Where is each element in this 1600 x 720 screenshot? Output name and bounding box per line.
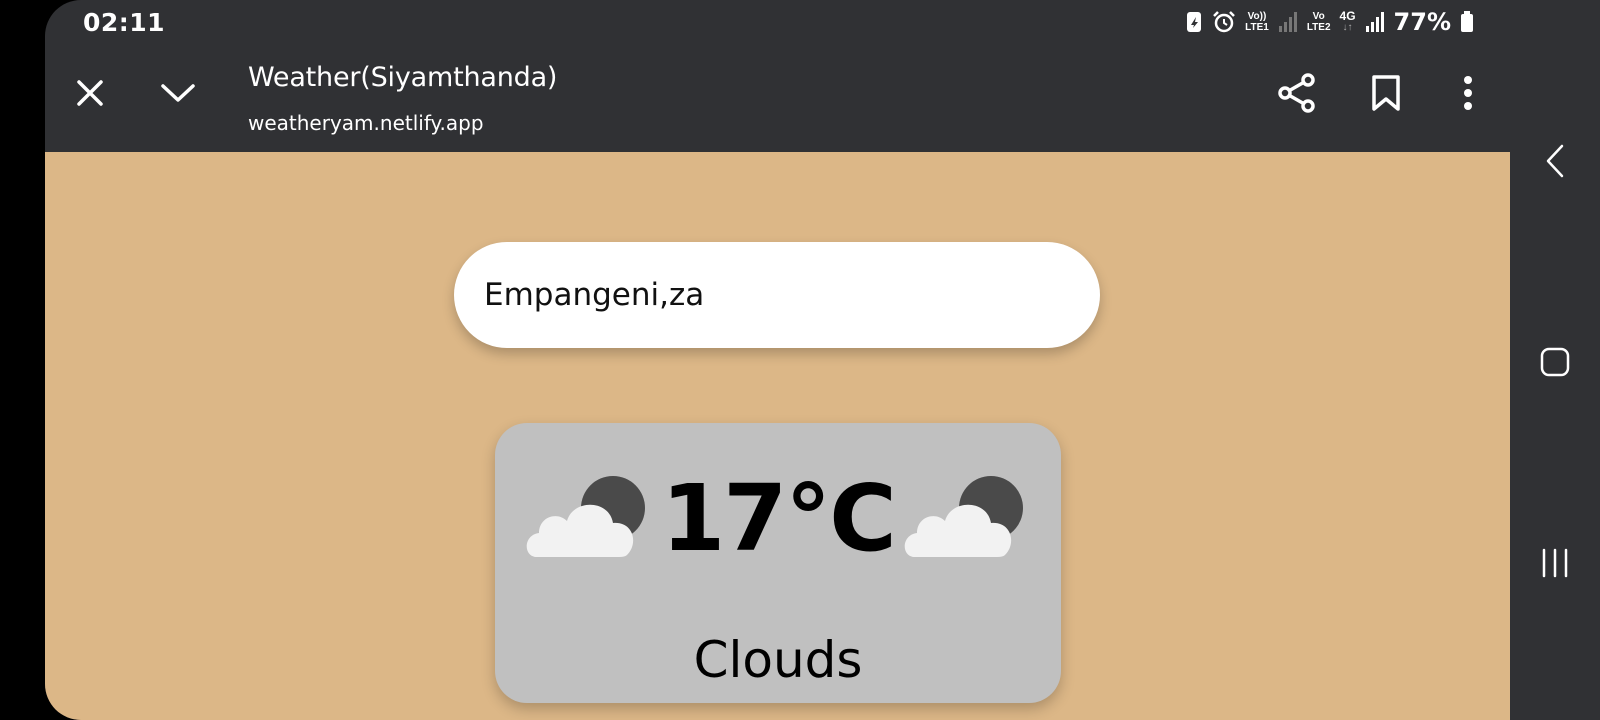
weather-card: 17°C Clouds (495, 423, 1061, 703)
network-type-icon: 4G ↓↑ (1340, 10, 1356, 34)
share-icon[interactable] (1274, 70, 1320, 116)
signal-1-icon (1278, 12, 1297, 32)
back-icon[interactable] (1532, 138, 1578, 184)
volte-lte1-icon: Vo)) LTE1 (1245, 11, 1269, 33)
status-time: 02:11 (83, 8, 166, 37)
network-type-label: 4G (1339, 9, 1356, 23)
alarm-icon (1213, 11, 1235, 33)
recents-icon[interactable] (1532, 540, 1578, 586)
city-search-input[interactable] (454, 242, 1100, 348)
weather-condition: Clouds (693, 631, 863, 689)
browser-toolbar: Weather(Siyamthanda) weatheryam.netlify.… (45, 44, 1510, 152)
cloudy-night-icon (904, 476, 1023, 557)
status-icons: Vo)) LTE1 Vo LTE2 4G ↓↑ 77% (1185, 6, 1474, 38)
device-screen: 02:11 Vo)) LTE1 Vo LTE2 4G ↓↑ 77% Weathe… (45, 0, 1510, 720)
network-1-label: LTE1 (1245, 22, 1269, 33)
more-vert-icon[interactable] (1445, 70, 1491, 116)
volte-label-2: Vo (1312, 11, 1325, 22)
close-icon[interactable] (67, 70, 113, 116)
page-url[interactable]: weatheryam.netlify.app (248, 111, 484, 135)
page-title: Weather(Siyamthanda) (248, 62, 558, 93)
volte-lte2-icon: Vo LTE2 (1307, 11, 1331, 33)
chevron-down-icon[interactable] (155, 70, 201, 116)
notification-icon (1187, 12, 1202, 32)
network-2-label: LTE2 (1306, 22, 1331, 33)
bookmark-icon[interactable] (1363, 70, 1409, 116)
status-bar: 02:11 Vo)) LTE1 Vo LTE2 4G ↓↑ 77% (45, 0, 1510, 44)
battery-percentage: 77% (1393, 8, 1451, 36)
system-nav-bar (1510, 0, 1600, 720)
data-arrows-icon: ↓↑ (1342, 22, 1353, 33)
battery-icon (1461, 11, 1473, 32)
signal-2-icon (1365, 12, 1384, 32)
web-content: 17°C Clouds (45, 152, 1510, 720)
volte-label: Vo)) (1247, 11, 1267, 22)
home-icon[interactable] (1532, 339, 1578, 385)
